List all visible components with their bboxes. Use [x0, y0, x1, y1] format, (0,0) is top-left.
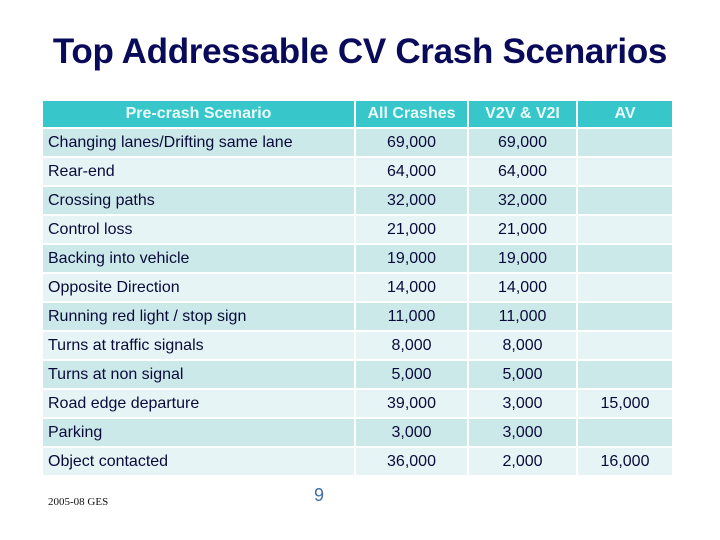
scenario-cell: Crossing paths	[43, 187, 354, 214]
all-crashes-cell: 8,000	[356, 332, 467, 359]
all-crashes-cell: 11,000	[356, 303, 467, 330]
av-cell	[578, 129, 672, 156]
table-row: Changing lanes/Drifting same lane 69,000 6…	[43, 129, 672, 156]
av-cell	[578, 303, 672, 330]
header-av: AV	[578, 101, 672, 127]
av-cell	[578, 245, 672, 272]
table-row: Road edge departure 39,000 3,000 15,000	[43, 390, 672, 417]
scenario-cell: Turns at traffic signals	[43, 332, 354, 359]
v2v-v2i-cell: 64,000	[469, 158, 576, 185]
v2v-v2i-cell: 32,000	[469, 187, 576, 214]
v2v-v2i-cell: 2,000	[469, 448, 576, 475]
table-row: Crossing paths 32,000 32,000	[43, 187, 672, 214]
crash-scenarios-table: Pre-crash Scenario All Crashes V2V & V2I…	[41, 99, 674, 477]
all-crashes-cell: 39,000	[356, 390, 467, 417]
scenario-cell: Object contacted	[43, 448, 354, 475]
av-cell: 16,000	[578, 448, 672, 475]
all-crashes-cell: 3,000	[356, 419, 467, 446]
scenario-cell: Parking	[43, 419, 354, 446]
table-row: Turns at non signal 5,000 5,000	[43, 361, 672, 388]
all-crashes-cell: 5,000	[356, 361, 467, 388]
all-crashes-cell: 64,000	[356, 158, 467, 185]
all-crashes-cell: 69,000	[356, 129, 467, 156]
av-cell: 15,000	[578, 390, 672, 417]
table-row: Turns at traffic signals 8,000 8,000	[43, 332, 672, 359]
header-all-crashes: All Crashes	[356, 101, 467, 127]
scenario-cell: Backing into vehicle	[43, 245, 354, 272]
scenario-cell: Road edge departure	[43, 390, 354, 417]
header-v2v-v2i: V2V & V2I	[469, 101, 576, 127]
av-cell	[578, 274, 672, 301]
table-row: Rear-end 64,000 64,000	[43, 158, 672, 185]
all-crashes-cell: 14,000	[356, 274, 467, 301]
scenario-cell: Rear-end	[43, 158, 354, 185]
v2v-v2i-cell: 69,000	[469, 129, 576, 156]
all-crashes-cell: 32,000	[356, 187, 467, 214]
scenario-cell: Turns at non signal	[43, 361, 354, 388]
source-note: 2005-08 GES	[48, 496, 109, 508]
table-row: Opposite Direction 14,000 14,000	[43, 274, 672, 301]
v2v-v2i-cell: 3,000	[469, 390, 576, 417]
table-row: Control loss 21,000 21,000	[43, 216, 672, 243]
v2v-v2i-cell: 21,000	[469, 216, 576, 243]
table-row: Object contacted 36,000 2,000 16,000	[43, 448, 672, 475]
all-crashes-cell: 19,000	[356, 245, 467, 272]
table-row: Backing into vehicle 19,000 19,000	[43, 245, 672, 272]
av-cell	[578, 332, 672, 359]
v2v-v2i-cell: 8,000	[469, 332, 576, 359]
v2v-v2i-cell: 3,000	[469, 419, 576, 446]
scenario-cell: Running red light / stop sign	[43, 303, 354, 330]
v2v-v2i-cell: 5,000	[469, 361, 576, 388]
av-cell	[578, 187, 672, 214]
scenario-cell: Opposite Direction	[43, 274, 354, 301]
v2v-v2i-cell: 14,000	[469, 274, 576, 301]
page-number: 9	[314, 485, 325, 505]
v2v-v2i-cell: 19,000	[469, 245, 576, 272]
scenario-cell: Changing lanes/Drifting same lane	[43, 129, 354, 156]
header-pre-crash-scenario: Pre-crash Scenario	[43, 101, 354, 127]
all-crashes-cell: 36,000	[356, 448, 467, 475]
table-row: Parking 3,000 3,000	[43, 419, 672, 446]
v2v-v2i-cell: 11,000	[469, 303, 576, 330]
all-crashes-cell: 21,000	[356, 216, 467, 243]
av-cell	[578, 158, 672, 185]
table-row: Running red light / stop sign 11,000 11,00…	[43, 303, 672, 330]
av-cell	[578, 361, 672, 388]
table-header-row: Pre-crash Scenario All Crashes V2V & V2I…	[43, 101, 672, 127]
av-cell	[578, 419, 672, 446]
av-cell	[578, 216, 672, 243]
scenario-cell: Control loss	[43, 216, 354, 243]
page-title: Top Addressable CV Crash Scenarios	[52, 32, 668, 71]
